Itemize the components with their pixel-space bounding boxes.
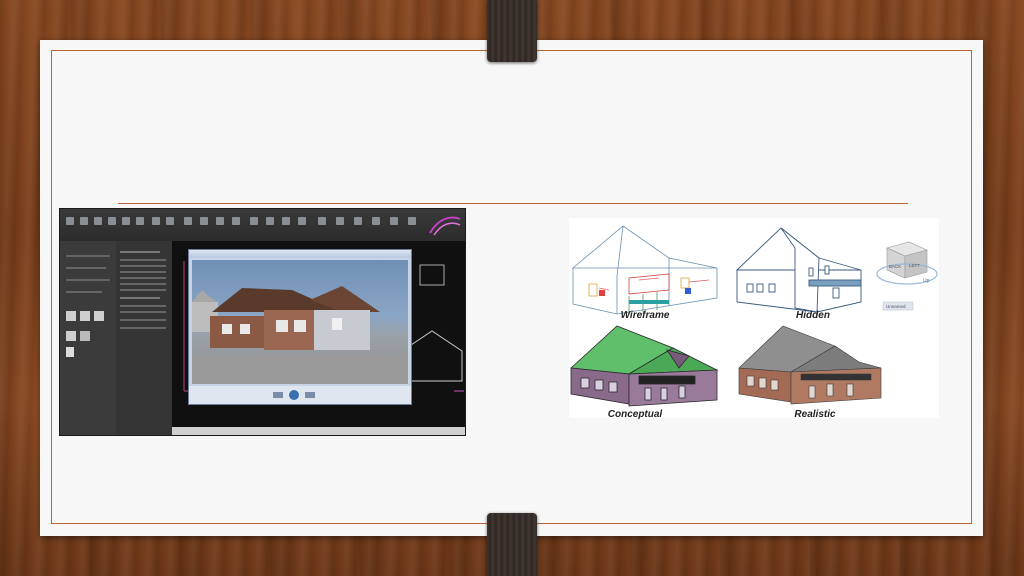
viewcube-up: Up: [923, 278, 930, 284]
viewcube-back: BACK: [889, 264, 901, 269]
render-window-titlebar: [189, 250, 411, 258]
command-line: [172, 427, 465, 435]
caption-hidden: Hidden: [796, 310, 830, 321]
caption-realistic: Realistic: [794, 409, 836, 420]
tool-palette: [60, 241, 117, 435]
wireframe-house: [571, 225, 718, 315]
realistic-house: [738, 325, 882, 405]
rendered-house: [192, 286, 408, 384]
bottom-clip: [487, 513, 537, 576]
viewcube-unnamed: Unnamed: [886, 304, 906, 309]
autodesk-logo-icon: [429, 216, 461, 236]
rendered-house-view: [192, 260, 408, 384]
caption-conceptual: Conceptual: [607, 409, 663, 420]
top-clip: [487, 0, 537, 62]
render-window-toolbar: [189, 386, 411, 404]
cad-ribbon: [60, 209, 465, 242]
caption-wireframe: Wireframe: [620, 310, 670, 321]
render-window: [188, 249, 412, 405]
hidden-house: [735, 227, 862, 313]
title-underline: [118, 203, 908, 204]
cad-screenshot: [59, 208, 466, 436]
viewcube-left: LEFT: [909, 263, 920, 268]
properties-panel: [116, 241, 173, 435]
visual-styles-figure: BACK LEFT Up Unnamed Wireframe Hidden Co…: [569, 218, 939, 420]
conceptual-house: [570, 325, 719, 407]
viewcube-icon: [876, 241, 938, 311]
